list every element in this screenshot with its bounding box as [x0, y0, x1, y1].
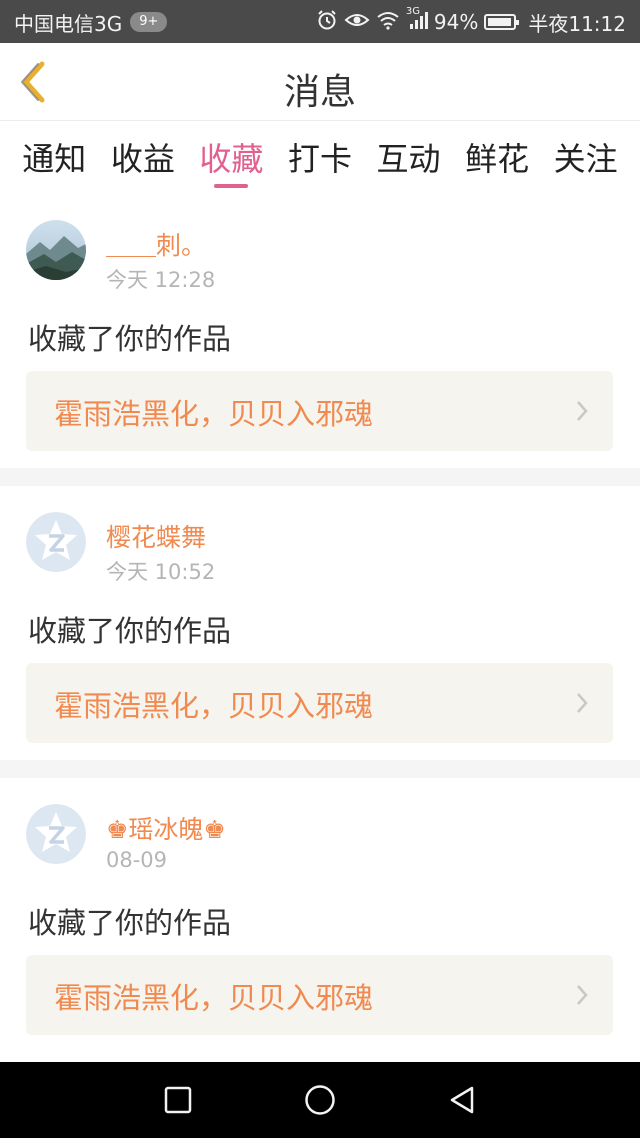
message-card: 樱花蝶舞 今天 10:52 收藏了你的作品 霍雨浩黑化，贝贝入邪魂	[0, 486, 640, 760]
back-triangle-icon	[450, 1086, 474, 1114]
tab-favorites[interactable]: 收藏	[199, 122, 263, 192]
system-back-button[interactable]	[442, 1080, 482, 1120]
username[interactable]: ♚瑶冰魄♚	[106, 810, 226, 846]
timestamp: 08-09	[106, 848, 168, 872]
navigation-bar	[0, 1062, 640, 1138]
tab-following[interactable]: 关注	[554, 122, 618, 192]
home-icon	[305, 1085, 335, 1115]
default-avatar[interactable]	[26, 512, 86, 572]
divider	[0, 760, 640, 778]
action-text: 收藏了你的作品	[28, 614, 232, 648]
timestamp: 今天 10:52	[106, 560, 216, 584]
tab-flowers[interactable]: 鲜花	[465, 122, 529, 192]
work-title: 霍雨浩黑化，贝贝入邪魂	[54, 689, 374, 723]
battery-percent: 94%	[433, 10, 479, 34]
work-link[interactable]: 霍雨浩黑化，贝贝入邪魂	[26, 371, 613, 451]
status-bar: 中国电信3G 9+ 3G 94% 半夜11:12	[0, 0, 640, 43]
status-left: 中国电信3G 9+	[14, 9, 168, 36]
tab-notifications[interactable]: 通知	[22, 122, 86, 192]
clock: 半夜11:12	[528, 11, 626, 36]
alarm-icon	[316, 9, 338, 36]
network-type-label: 3G	[405, 5, 421, 17]
work-link[interactable]: 霍雨浩黑化，贝贝入邪魂	[26, 663, 613, 743]
chevron-right-icon	[577, 985, 588, 1005]
signal-icon: 3G	[406, 6, 428, 35]
recent-apps-button[interactable]	[158, 1080, 198, 1120]
home-button[interactable]	[300, 1080, 340, 1120]
tab-bar: 通知 收益 收藏 打卡 互动 鲜花 关注	[0, 122, 640, 192]
recent-apps-icon	[164, 1086, 192, 1114]
default-avatar[interactable]	[26, 804, 86, 864]
eye-icon	[344, 10, 370, 35]
chevron-right-icon	[577, 401, 588, 421]
tab-interactions[interactable]: 互动	[377, 122, 441, 192]
action-text: 收藏了你的作品	[28, 906, 232, 940]
battery-icon	[484, 14, 520, 30]
work-title: 霍雨浩黑化，贝贝入邪魂	[54, 397, 374, 431]
tab-checkin[interactable]: 打卡	[288, 122, 352, 192]
chevron-right-icon	[577, 693, 588, 713]
work-title: 霍雨浩黑化，贝贝入邪魂	[54, 981, 374, 1015]
status-right: 3G 94% 半夜11:12	[316, 6, 626, 36]
message-card: ＿＿刺。 今天 12:28 收藏了你的作品 霍雨浩黑化，贝贝入邪魂	[0, 196, 640, 468]
landscape-avatar[interactable]	[26, 220, 86, 280]
battery-fill	[488, 18, 511, 26]
divider	[0, 468, 640, 486]
work-link[interactable]: 霍雨浩黑化，贝贝入邪魂	[26, 955, 613, 1035]
message-card: ♚瑶冰魄♚ 08-09 收藏了你的作品 霍雨浩黑化，贝贝入邪魂	[0, 778, 640, 1062]
notification-badge: 9+	[130, 12, 168, 32]
header: 消息	[0, 43, 640, 121]
timestamp: 今天 12:28	[106, 268, 216, 292]
username[interactable]: ＿＿刺。	[106, 226, 206, 262]
action-text: 收藏了你的作品	[28, 322, 232, 356]
page-title: 消息	[283, 72, 356, 113]
carrier-text: 中国电信3G	[14, 11, 123, 36]
tab-earnings[interactable]: 收益	[111, 122, 175, 192]
wifi-icon	[376, 10, 400, 35]
username[interactable]: 樱花蝶舞	[106, 518, 206, 554]
